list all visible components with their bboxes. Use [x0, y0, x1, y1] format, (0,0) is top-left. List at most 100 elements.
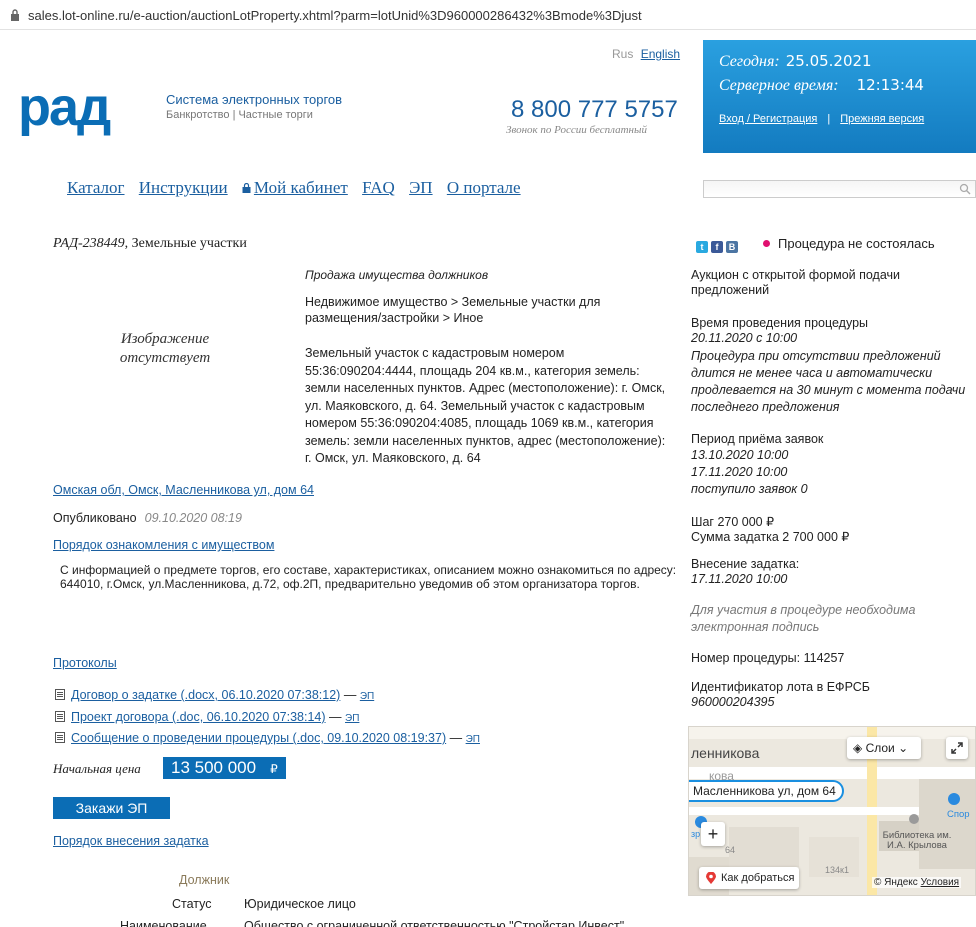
application-period-block: Период приёма заявок 13.10.2020 10:00 17…: [691, 432, 971, 498]
login-register-link[interactable]: Вход / Регистрация: [719, 113, 817, 125]
search-input[interactable]: [703, 180, 976, 198]
procedure-time-note: Процедура при отсутствии предложений дли…: [691, 349, 966, 414]
start-price-value: 13 500 000: [171, 758, 257, 777]
map-street-label: ленникова: [691, 745, 760, 761]
vk-icon[interactable]: B: [726, 241, 738, 253]
view-order-link[interactable]: Порядок ознакомления с имуществом: [53, 538, 274, 552]
document-ep-link[interactable]: ЭП: [360, 691, 374, 702]
server-time: Серверное время: 12:13:44: [719, 76, 924, 95]
document-ep-link[interactable]: ЭП: [345, 713, 359, 724]
search-icon[interactable]: [959, 183, 971, 195]
map-placemark-label[interactable]: Масленникова ул, дом 64: [689, 780, 844, 802]
map-fullscreen-button[interactable]: [946, 737, 968, 759]
procedure-time-value: 20.11.2020 с 10:00: [691, 331, 798, 345]
nav-instructions[interactable]: Инструкции: [139, 178, 228, 197]
nav-catalog[interactable]: Каталог: [67, 178, 125, 197]
nav-ep[interactable]: ЭП: [409, 178, 433, 197]
applications-count: поступило заявок 0: [691, 482, 808, 496]
efrsb-block: Идентификатор лота в ЕФРСБ 960000204395: [691, 680, 971, 710]
facebook-icon[interactable]: f: [711, 241, 723, 253]
document-ep-link[interactable]: ЭП: [466, 734, 480, 745]
today-date: Сегодня: 25.05.2021: [719, 52, 872, 71]
start-price-badge: 13 500 000 ₽: [163, 757, 286, 779]
lang-en-link[interactable]: English: [641, 47, 680, 61]
today-value: 25.05.2021: [785, 52, 872, 70]
lock-icon: [11, 9, 19, 21]
document-link[interactable]: Договор о задатке (.docx, 06.10.2020 07:…: [71, 688, 340, 702]
lot-title-rest: , Земельные участки: [124, 236, 247, 251]
expand-icon: [951, 742, 963, 754]
link-separator: |: [827, 113, 831, 125]
url-text: sales.lot-online.ru/e-auction/auctionLot…: [28, 8, 642, 23]
map-route-button[interactable]: Как добраться: [699, 867, 799, 889]
start-price-label: Начальная цена: [53, 761, 141, 776]
debtor-status-label: Статус: [172, 897, 212, 911]
map-house-number-2: 134к1: [825, 865, 849, 875]
document-icon: [55, 732, 65, 743]
status-dot-icon: [763, 240, 770, 247]
auction-type: Аукцион с открытой формой подачи предлож…: [691, 268, 901, 297]
no-image-placeholder: Изображение отсутствует: [119, 331, 211, 366]
nav-faq[interactable]: FAQ: [362, 178, 395, 197]
ep-note-text: Для участия в процедуре необходима элект…: [691, 603, 916, 634]
lot-description: Земельный участок с кадастровым номером …: [305, 346, 666, 465]
published-date: 09.10.2020 08:19: [144, 511, 242, 525]
document-link[interactable]: Проект договора (.doc, 06.10.2020 07:38:…: [71, 710, 326, 724]
period-from: 13.10.2020 10:00: [691, 448, 789, 462]
old-version-link[interactable]: Прежняя версия: [840, 113, 924, 125]
efrsb-label: Идентификатор лота в ЕФРСБ: [691, 680, 870, 694]
document-item: Сообщение о проведении процедуры (.doc, …: [55, 731, 480, 745]
rad-logo[interactable]: рад: [18, 80, 111, 134]
nav-my-cabinet[interactable]: Мой кабинет: [254, 178, 348, 197]
debtor-name-value: Общество с ограниченной ответственностью…: [244, 919, 625, 927]
map-poi-library: Библиотека им. И.А. Крылова: [882, 830, 952, 851]
currency-sign: ₽: [270, 762, 278, 776]
deposit-date-block: Внесение задатка: 17.11.2020 10:00: [691, 557, 971, 587]
auction-step: Шаг 270 000 ₽: [691, 515, 775, 529]
chevron-down-icon: ⌄: [898, 741, 909, 755]
map-terms-link[interactable]: Условия: [921, 877, 960, 888]
period-to: 17.11.2020 10:00: [691, 465, 788, 479]
procedure-number: Номер процедуры: 114257: [691, 651, 845, 665]
order-ep-button[interactable]: Закажи ЭП: [53, 797, 170, 819]
step-deposit-block: Шаг 270 000 ₽ Сумма задатка 2 700 000 ₽: [691, 515, 971, 545]
nav-about[interactable]: О портале: [447, 178, 521, 197]
procedure-time-block: Время проведения процедуры 20.11.2020 с …: [691, 316, 971, 416]
language-switcher: Rus English: [612, 47, 680, 61]
lot-code: РАД-238449: [53, 236, 125, 251]
document-link[interactable]: Сообщение о проведении процедуры (.doc, …: [71, 731, 446, 745]
debtor-status-value: Юридическое лицо: [244, 897, 356, 911]
document-dash: —: [329, 710, 342, 724]
document-icon: [55, 711, 65, 722]
map-poi-sport: Спор: [947, 809, 970, 820]
document-dash: —: [343, 688, 357, 702]
social-share: tfB: [696, 238, 741, 253]
today-label: Сегодня:: [719, 53, 780, 70]
ep-note: Для участия в процедуре необходима элект…: [691, 602, 953, 636]
layers-label: Слои: [865, 741, 895, 755]
yandex-map[interactable]: ленникова кова ◈ Слои ⌄ Масленникова ул,…: [688, 726, 976, 896]
browser-address-bar[interactable]: sales.lot-online.ru/e-auction/auctionLot…: [0, 0, 976, 30]
cabinet-lock-icon: [242, 183, 251, 193]
deposit-date-value: 17.11.2020 10:00: [691, 572, 788, 586]
deposit-date-label: Внесение задатка:: [691, 557, 800, 571]
map-copyright: © Яндекс Условия: [872, 877, 962, 888]
procedure-time-label: Время проведения процедуры: [691, 316, 869, 330]
map-zoom-in-button[interactable]: +: [701, 822, 725, 846]
layers-icon: ◈: [853, 741, 863, 755]
lot-category-path: Недвижимое имущество > Земельные участки…: [305, 295, 601, 325]
deposit-order-link[interactable]: Порядок внесения задатка: [53, 834, 209, 848]
main-nav: Каталог Инструкции Мой кабинет FAQ ЭП О …: [67, 178, 531, 198]
published-label: Опубликовано: [53, 511, 137, 525]
lang-ru[interactable]: Rus: [612, 47, 633, 61]
status-text: Процедура не состоялась: [778, 236, 935, 251]
document-icon: [55, 689, 65, 700]
protocols-link[interactable]: Протоколы: [53, 656, 117, 670]
debtor-name-label: Наименование: [120, 919, 207, 927]
map-house-number: 64: [725, 845, 736, 855]
map-layers-button[interactable]: ◈ Слои ⌄: [847, 737, 921, 759]
route-label: Как добраться: [721, 872, 795, 884]
procedure-status: Процедура не состоялась: [763, 236, 935, 251]
twitter-icon[interactable]: t: [696, 241, 708, 253]
lot-address-link[interactable]: Омская обл, Омск, Масленникова ул, дом 6…: [53, 483, 314, 497]
